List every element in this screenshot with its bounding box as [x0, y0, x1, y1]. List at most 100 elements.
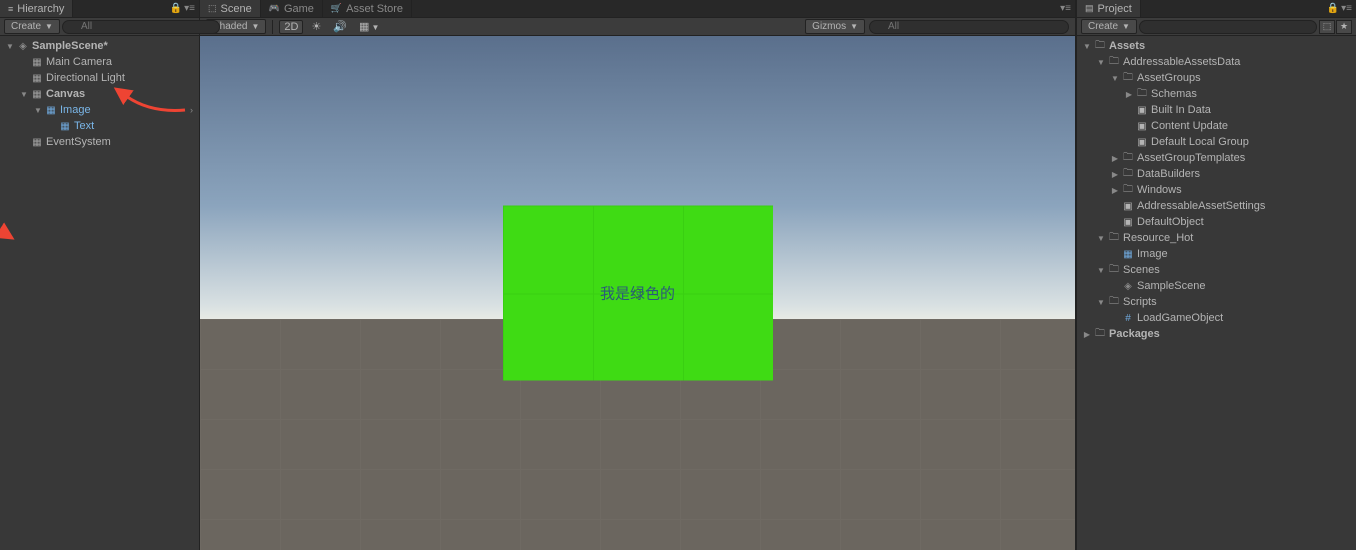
project-packages[interactable]: ▶🗀Packages [1077, 326, 1356, 342]
folder-icon: 🗀 [1121, 183, 1135, 197]
asset-icon [1135, 103, 1149, 117]
csharp-icon: # [1121, 311, 1135, 325]
project-built-in-data[interactable]: ▶Built In Data [1077, 102, 1356, 118]
hierarchy-event-system[interactable]: ▶ EventSystem [0, 134, 199, 150]
tree-label: LoadGameObject [1137, 312, 1354, 324]
folder-icon: 🗀 [1093, 39, 1107, 53]
project-content-update[interactable]: ▶Content Update [1077, 118, 1356, 134]
expand-toggle[interactable]: ▶ [1109, 154, 1121, 163]
expand-toggle[interactable]: ▶ [1123, 90, 1135, 99]
folder-icon: 🗀 [1107, 263, 1121, 277]
tree-label: SampleScene* [32, 40, 197, 52]
scene-tab[interactable]: ⬚ Scene [200, 0, 261, 17]
project-tree: ▼🗀Assets ▼🗀AddressableAssetsData ▼🗀Asset… [1077, 36, 1356, 550]
project-addressable-assets-data[interactable]: ▼🗀AddressableAssetsData [1077, 54, 1356, 70]
filter-button[interactable]: ⬚ [1319, 20, 1335, 34]
project-resource-hot[interactable]: ▼🗀Resource_Hot [1077, 230, 1356, 246]
light-toggle[interactable]: ☀ [307, 19, 325, 34]
tree-label: DataBuilders [1137, 168, 1354, 180]
expand-toggle[interactable]: ▼ [18, 90, 30, 99]
scene-search-wrap [869, 20, 1069, 34]
expand-toggle[interactable]: ▼ [1081, 42, 1093, 51]
hierarchy-text[interactable]: ▶ ▦ Text [0, 118, 199, 134]
scene-toolbar: Shaded ▼ 2D ☀ 🔊 ▦▼ Gizmos ▼ [200, 18, 1075, 36]
scene-image-object[interactable]: 我是绿色的 [503, 206, 773, 381]
project-create-button[interactable]: Create ▼ [1081, 19, 1137, 34]
expand-toggle[interactable]: ▼ [1095, 58, 1107, 67]
project-scripts[interactable]: ▼🗀Scripts [1077, 294, 1356, 310]
tree-label: Built In Data [1151, 104, 1354, 116]
favorite-button[interactable]: ★ [1336, 20, 1352, 34]
scene-view[interactable]: 我是绿色的 [200, 36, 1075, 550]
asset-store-tab-label: Asset Store [346, 3, 403, 15]
project-default-local-group[interactable]: ▶Default Local Group [1077, 134, 1356, 150]
asset-icon [1135, 135, 1149, 149]
hierarchy-create-button[interactable]: Create ▼ [4, 19, 60, 34]
project-addressable-asset-settings[interactable]: ▶AddressableAssetSettings [1077, 198, 1356, 214]
project-tab-label: Project [1098, 3, 1132, 15]
project-image-prefab[interactable]: ▶▦Image [1077, 246, 1356, 262]
create-label: Create [11, 21, 41, 32]
expand-toggle[interactable]: ▼ [32, 106, 44, 115]
project-assets[interactable]: ▼🗀Assets [1077, 38, 1356, 54]
tree-label: DefaultObject [1137, 216, 1354, 228]
2d-toggle[interactable]: 2D [279, 20, 303, 34]
lock-icon[interactable]: 🔒 [170, 3, 182, 14]
tree-label: AssetGroupTemplates [1137, 152, 1354, 164]
menu-icon[interactable]: ▾≡ [1341, 3, 1352, 14]
folder-icon: 🗀 [1107, 55, 1121, 69]
prefab-icon: ▦ [44, 103, 58, 117]
project-asset-groups[interactable]: ▼🗀AssetGroups [1077, 70, 1356, 86]
tree-label: Content Update [1151, 120, 1354, 132]
project-data-builders[interactable]: ▶🗀DataBuilders [1077, 166, 1356, 182]
project-sample-scene[interactable]: ▶SampleScene [1077, 278, 1356, 294]
tree-label: Default Local Group [1151, 136, 1354, 148]
project-schemas[interactable]: ▶🗀Schemas [1077, 86, 1356, 102]
expand-toggle[interactable]: ▶ [1109, 170, 1121, 179]
asset-icon [1121, 199, 1135, 213]
project-scenes[interactable]: ▼🗀Scenes [1077, 262, 1356, 278]
hierarchy-icon: ≡ [8, 4, 13, 14]
hierarchy-toolbar: Create ▼ [0, 18, 199, 36]
fx-toggle[interactable]: ▦▼ [355, 19, 383, 34]
tree-label: Directional Light [46, 72, 197, 84]
gizmos-dropdown[interactable]: Gizmos ▼ [805, 19, 865, 34]
expand-toggle[interactable]: ▼ [1095, 266, 1107, 275]
game-tab[interactable]: 🎮 Game [261, 0, 323, 17]
project-asset-group-templates[interactable]: ▶🗀AssetGroupTemplates [1077, 150, 1356, 166]
expand-toggle[interactable]: ▶ [1109, 186, 1121, 195]
lock-icon[interactable]: 🔒 [1327, 3, 1339, 14]
tree-label: Scripts [1123, 296, 1354, 308]
expand-toggle[interactable]: ▼ [1109, 74, 1121, 83]
menu-icon[interactable]: ▾≡ [184, 3, 195, 14]
hierarchy-canvas[interactable]: ▼ Canvas [0, 86, 199, 102]
center-tab-header: ⬚ Scene 🎮 Game 🛒 Asset Store ▾≡ [200, 0, 1075, 18]
scene-search-input[interactable] [869, 20, 1069, 34]
hierarchy-scene-root[interactable]: ▼ SampleScene* [0, 38, 199, 54]
tree-label: Scenes [1123, 264, 1354, 276]
hierarchy-directional-light[interactable]: ▶ Directional Light [0, 70, 199, 86]
tree-label: Text [74, 120, 197, 132]
chevron-right-icon[interactable]: › [190, 105, 193, 115]
hierarchy-tab[interactable]: ≡ Hierarchy [0, 0, 73, 17]
project-default-object[interactable]: ▶DefaultObject [1077, 214, 1356, 230]
expand-toggle[interactable]: ▼ [1095, 298, 1107, 307]
tree-label: Image [60, 104, 190, 116]
asset-store-tab[interactable]: 🛒 Asset Store [323, 0, 412, 17]
project-search-input[interactable] [1139, 20, 1317, 34]
audio-toggle[interactable]: 🔊 [329, 19, 351, 34]
hierarchy-main-camera[interactable]: ▶ Main Camera [0, 54, 199, 70]
expand-toggle[interactable]: ▼ [1095, 234, 1107, 243]
project-load-game-object[interactable]: ▶#LoadGameObject [1077, 310, 1356, 326]
expand-toggle[interactable]: ▶ [1081, 330, 1093, 339]
hierarchy-search-input[interactable] [62, 20, 220, 34]
project-tab[interactable]: ▤ Project [1077, 0, 1141, 17]
gameobject-icon [30, 87, 44, 101]
project-windows[interactable]: ▶🗀Windows [1077, 182, 1356, 198]
hierarchy-image[interactable]: ▼ ▦ Image › [0, 102, 199, 118]
expand-toggle[interactable]: ▼ [4, 42, 16, 51]
menu-icon[interactable]: ▾≡ [1060, 3, 1071, 14]
hierarchy-search-wrap [62, 20, 220, 34]
separator [272, 20, 273, 34]
gameobject-icon [30, 55, 44, 69]
